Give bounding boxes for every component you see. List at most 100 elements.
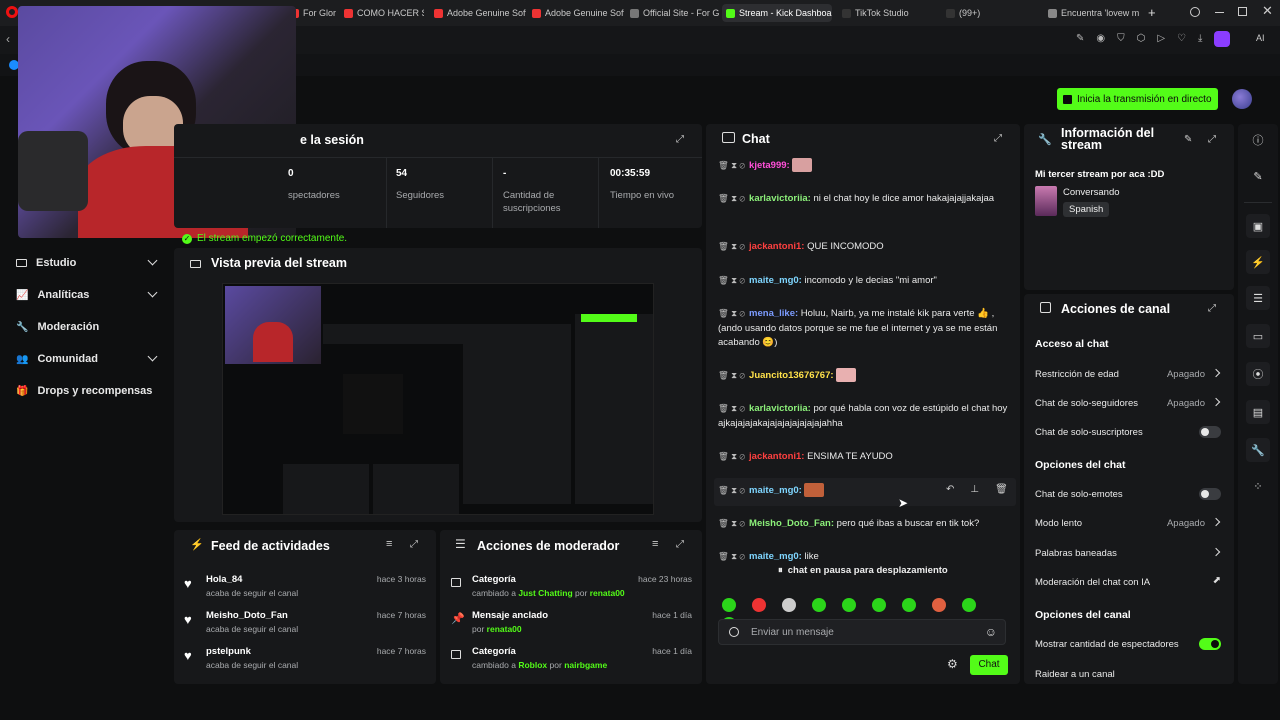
- preview-title: Vista previa del stream: [211, 256, 347, 270]
- maximize-icon[interactable]: [1238, 7, 1247, 16]
- chevron-right-icon: [1211, 517, 1221, 527]
- lightning-icon: ⚡: [190, 539, 204, 551]
- layers-icon[interactable]: ▤: [1246, 400, 1270, 424]
- edit-icon[interactable]: ✎: [1184, 134, 1192, 145]
- list-item: ♥ pstelpunk acaba de seguir el canal hace…: [184, 646, 426, 670]
- session-title: e la sesión: [300, 133, 364, 147]
- emote-button[interactable]: [902, 598, 916, 612]
- reply-icon[interactable]: ↶: [946, 484, 954, 495]
- preview-panel: Vista previa del stream: [174, 248, 702, 522]
- search-tabs-icon[interactable]: [1190, 7, 1200, 17]
- subscribers-only-toggle[interactable]: [1199, 426, 1221, 438]
- chat-message: 🗑 ⧗ ⊘ karlavictoriia: ni el chat hoy le d…: [718, 193, 995, 204]
- browser-tab-active[interactable]: Stream - Kick Dashboard: [722, 4, 832, 22]
- emote-button[interactable]: [932, 598, 946, 612]
- expand-icon[interactable]: ⤢: [1208, 134, 1216, 145]
- trash-icon[interactable]: 🗑: [995, 484, 1008, 495]
- followers-only-row[interactable]: Chat de solo-seguidores Apagado: [1035, 396, 1225, 410]
- browser-tab[interactable]: Encuentra 'lovew m: [1044, 4, 1142, 22]
- section-title: Opciones del canal: [1035, 609, 1131, 621]
- sidebar-item-moderacion[interactable]: 🔧 Moderación: [16, 317, 156, 337]
- emote-button[interactable]: [722, 598, 736, 612]
- opera-logo-icon[interactable]: [6, 6, 18, 18]
- pin-icon[interactable]: ⊥: [970, 484, 979, 495]
- send-chat-button[interactable]: Chat: [970, 655, 1008, 675]
- emote-button[interactable]: [872, 598, 886, 612]
- emote-button[interactable]: [782, 598, 796, 612]
- sidebar-item-analiticas[interactable]: 📈 Analíticas: [16, 285, 158, 305]
- emote-button[interactable]: [752, 598, 766, 612]
- raid-channel-row[interactable]: Raidear a un canal: [1035, 667, 1225, 681]
- download-icon[interactable]: ⤓: [1198, 33, 1202, 44]
- sidebar-item-drops[interactable]: 🎁 Drops y recompensas: [16, 381, 156, 401]
- age-restriction-row[interactable]: Restricción de edad Apagado: [1035, 367, 1225, 381]
- ai-moderation-row[interactable]: Moderación del chat con IA ⬈: [1035, 575, 1225, 589]
- chart-icon: 📈: [16, 289, 29, 301]
- broadcast-icon[interactable]: ⦿: [1246, 362, 1270, 386]
- emote-button[interactable]: [812, 598, 826, 612]
- expand-icon[interactable]: ⤢: [676, 539, 684, 550]
- browser-tab[interactable]: (99+): [942, 4, 1040, 22]
- emote-bar: [722, 598, 1012, 631]
- heart-icon: ♥: [184, 648, 192, 663]
- avatar[interactable]: [1232, 89, 1252, 109]
- show-viewers-toggle[interactable]: [1199, 638, 1221, 650]
- expand-icon[interactable]: ⤢: [1208, 303, 1216, 314]
- language-badge: Spanish: [1063, 202, 1110, 217]
- ai-icon[interactable]: AI: [1256, 33, 1265, 43]
- expand-icon[interactable]: ⤢: [410, 539, 418, 550]
- chat-message: 🗑 ⧗ ⊘ kjeta999:: [718, 158, 1008, 174]
- chat-message: 🗑 ⧗ ⊘ maite_mg0: like: [718, 551, 819, 562]
- heart-icon[interactable]: ♡: [1177, 33, 1186, 44]
- camera-icon[interactable]: ◉: [1096, 33, 1105, 44]
- filter-icon[interactable]: ≡: [652, 538, 658, 550]
- apps-icon[interactable]: ⁘: [1246, 474, 1270, 498]
- browser-tab[interactable]: Adobe Genuine Softw: [528, 4, 624, 22]
- expand-icon[interactable]: ⤢: [676, 134, 684, 145]
- emoji-icon[interactable]: ☺: [985, 625, 997, 639]
- chat-settings-icon[interactable]: ⚙: [947, 657, 958, 671]
- browser-tab[interactable]: TikTok Studio: [838, 4, 938, 22]
- browser-tab[interactable]: COMO HACER STR: [340, 4, 424, 22]
- banned-words-row[interactable]: Palabras baneadas: [1035, 546, 1225, 560]
- chat-message: 🗑 ⧗ ⊘ jackantoni1: ENSIMA TE AYUDO: [718, 451, 893, 462]
- chevron-right-icon: [1211, 397, 1221, 407]
- shield-icon[interactable]: ⛉: [1117, 33, 1125, 44]
- chat-message: 🗑 ⧗ ⊘ Meisho_Doto_Fan: pero qué ibas a bu…: [718, 518, 980, 529]
- browser-tab[interactable]: Adobe Genuine Softw: [430, 4, 526, 22]
- cube-icon[interactable]: ⬡: [1137, 33, 1146, 44]
- chevron-down-icon: [147, 287, 158, 298]
- stream-preview-video[interactable]: [222, 283, 654, 515]
- expand-icon[interactable]: ⤢: [994, 133, 1002, 144]
- back-icon[interactable]: ‹: [6, 32, 10, 46]
- chat-input[interactable]: Enviar un mensaje ☺: [718, 619, 1006, 645]
- filter-icon[interactable]: ≡: [386, 538, 392, 550]
- list-item: ♥ Hola_84 acaba de seguir el canal hace 3…: [184, 574, 426, 598]
- video-icon[interactable]: ▣: [1246, 214, 1270, 238]
- emote-button[interactable]: [962, 598, 976, 612]
- emote-button[interactable]: [842, 598, 856, 612]
- pencil-icon[interactable]: ✎: [1246, 164, 1270, 188]
- gift-icon: 🎁: [16, 385, 29, 397]
- new-tab-button[interactable]: +: [1148, 5, 1156, 20]
- minimize-icon[interactable]: [1215, 12, 1224, 13]
- edit-icon[interactable]: ✎: [1076, 33, 1084, 44]
- go-live-button[interactable]: Inicia la transmisión en directo: [1057, 88, 1218, 110]
- browser-tab[interactable]: Official Site - For Glor: [626, 4, 720, 22]
- chat-paused-banner[interactable]: ⏸ chat en pausa para desplazamiento: [778, 565, 948, 576]
- chat-bubble-icon[interactable]: ▭: [1246, 324, 1270, 348]
- sidebar-item-estudio[interactable]: Estudio: [16, 253, 158, 273]
- sidebar-item-comunidad[interactable]: 👥 Comunidad: [16, 349, 158, 369]
- slow-mode-row[interactable]: Modo lento Apagado: [1035, 516, 1225, 530]
- category-icon: [451, 650, 461, 659]
- profile-icon[interactable]: [1214, 31, 1230, 47]
- lightning-icon[interactable]: ⚡: [1246, 250, 1270, 274]
- list-icon[interactable]: ☰: [1246, 286, 1270, 310]
- stream-info-panel: 🔧 Información del stream ✎ ⤢ Mi tercer s…: [1024, 124, 1234, 290]
- wrench-icon[interactable]: 🔧: [1246, 438, 1270, 462]
- emote-image: [803, 483, 824, 498]
- close-window-icon[interactable]: ✕: [1262, 3, 1273, 19]
- play-icon[interactable]: ▷: [1157, 33, 1165, 44]
- info-icon[interactable]: ⓘ: [1246, 128, 1270, 152]
- emote-only-toggle[interactable]: [1199, 488, 1221, 500]
